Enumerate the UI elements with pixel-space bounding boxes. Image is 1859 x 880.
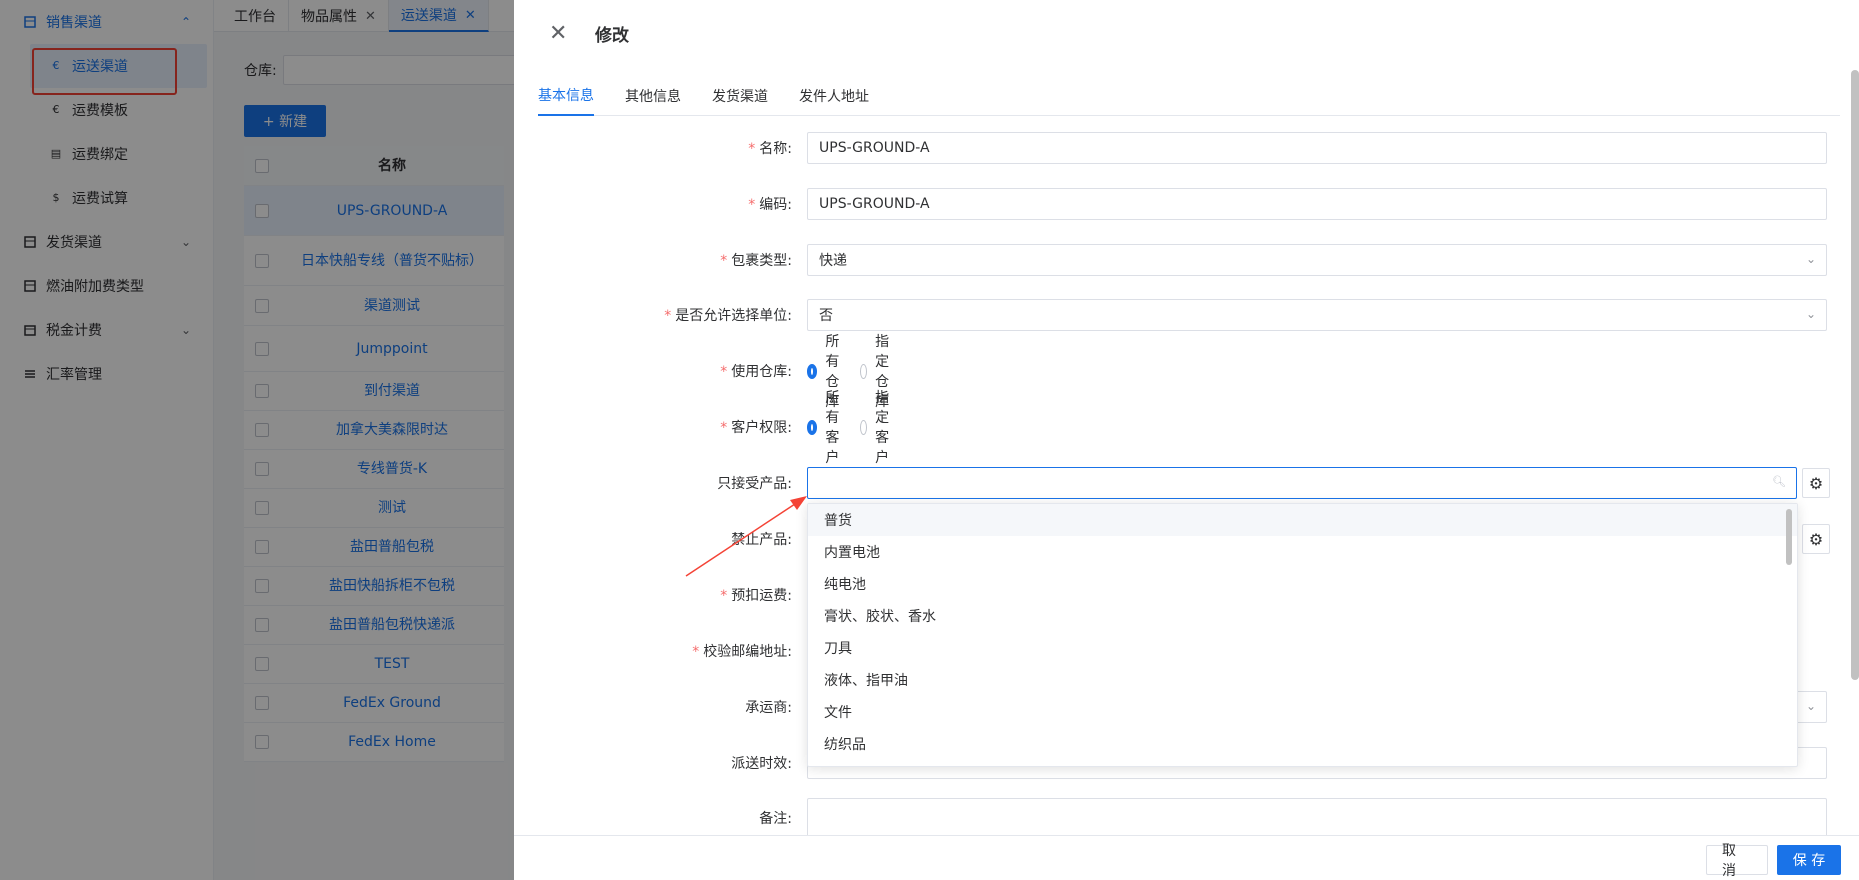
field-label: 包裹类型: [731, 253, 792, 269]
select-value: 否 [819, 308, 833, 324]
tab-other-info[interactable]: 其他信息 [625, 76, 681, 116]
tab-basic-info[interactable]: 基本信息 [538, 76, 594, 116]
required-mark: * [692, 644, 700, 660]
forbid-products-settings-button[interactable]: ⚙ [1802, 524, 1830, 554]
radio-label: 所有客户 [825, 390, 840, 466]
dropdown-scrollbar[interactable] [1786, 509, 1792, 565]
dropdown-option[interactable]: 膏状、胶状、香水 [808, 600, 1797, 632]
drawer-scrollbar[interactable] [1851, 70, 1859, 680]
drawer-footer: 取 消 保 存 [514, 835, 1859, 880]
customer-radio-group: 所有客户 指定客户 [807, 387, 913, 467]
radio-circle-icon [860, 363, 868, 379]
dropdown-option[interactable]: 纯电池 [808, 568, 1797, 600]
field-label: 派送时效: [731, 756, 792, 772]
radio-specific-customer[interactable]: 指定客户 [860, 387, 897, 467]
field-label: 客户权限: [731, 420, 792, 436]
save-button[interactable]: 保 存 [1777, 845, 1841, 875]
form-row-name: * 名称: UPS-GROUND-A [514, 131, 1827, 165]
form-row-code: * 编码: UPS-GROUND-A [514, 187, 1827, 221]
field-label: 是否允许选择单位: [675, 308, 792, 324]
radio-circle-icon [807, 363, 818, 379]
product-dropdown: 普货 内置电池 纯电池 膏状、胶状、香水 刀具 液体、指甲油 文件 纺织品 [807, 503, 1798, 767]
cancel-button[interactable]: 取 消 [1706, 843, 1768, 879]
required-mark: * [748, 141, 756, 157]
dropdown-option[interactable]: 普货 [808, 504, 1797, 536]
dropdown-option[interactable]: 纺织品 [808, 728, 1797, 760]
dropdown-option[interactable]: 内置电池 [808, 536, 1797, 568]
code-input[interactable]: UPS-GROUND-A [807, 188, 1827, 220]
annotation-arrow-icon [685, 496, 807, 577]
form-row-zip-check: * 校验邮编地址: [514, 634, 799, 668]
required-mark: * [720, 588, 728, 604]
remark-textarea[interactable] [807, 798, 1827, 838]
field-label: 备注: [759, 811, 792, 827]
drawer-header: ✕ 修改 [514, 0, 1859, 66]
form-row-package-type: * 包裹类型: 快递 ⌄ [514, 243, 1827, 277]
chevron-down-icon: ⌄ [1805, 307, 1816, 321]
modal-overlay[interactable] [0, 0, 514, 880]
chevron-down-icon: ⌄ [1805, 252, 1816, 266]
search-icon: 🔍︎ [1772, 475, 1786, 488]
tab-delivery-channel[interactable]: 发货渠道 [712, 76, 768, 116]
gear-icon: ⚙ [1808, 529, 1824, 549]
required-mark: * [664, 308, 672, 324]
select-value: 快递 [819, 253, 847, 269]
form-row-remark: 备注: [514, 798, 1827, 838]
field-label: 承运商: [745, 700, 792, 716]
field-label: 编码: [759, 197, 792, 213]
name-input[interactable]: UPS-GROUND-A [807, 132, 1827, 164]
required-mark: * [720, 364, 728, 380]
form-row-carrier: 承运商: ⌄ [514, 690, 1827, 724]
radio-label: 指定客户 [875, 390, 890, 466]
radio-circle-icon [807, 419, 818, 435]
required-mark: * [720, 253, 728, 269]
accept-products-select[interactable]: 🔍︎ [807, 467, 1797, 499]
tab-sender-address[interactable]: 发件人地址 [799, 76, 869, 116]
dropdown-option[interactable]: 液体、指甲油 [808, 664, 1797, 696]
field-label: 名称: [759, 141, 792, 157]
accept-products-settings-button[interactable]: ⚙ [1802, 468, 1830, 498]
chevron-down-icon: ⌄ [1805, 699, 1816, 713]
close-icon[interactable]: ✕ [549, 21, 571, 46]
required-mark: * [748, 197, 756, 213]
field-label: 使用仓库: [731, 364, 792, 380]
dropdown-option[interactable]: 文件 [808, 696, 1797, 728]
form-row-delivery-time: 派送时效: [514, 746, 1827, 780]
form-row-warehouse: * 使用仓库: 所有仓库 指定仓库 [514, 334, 889, 410]
radio-all-customers[interactable]: 所有客户 [807, 387, 844, 467]
field-label: 校验邮编地址: [703, 644, 792, 660]
allow-unit-select[interactable]: 否 ⌄ [807, 299, 1827, 331]
form-row-allow-unit: * 是否允许选择单位: 否 ⌄ [514, 298, 1827, 332]
radio-circle-icon [860, 419, 868, 435]
field-label: 预扣运费: [731, 588, 792, 604]
package-type-select[interactable]: 快递 ⌄ [807, 244, 1827, 276]
required-mark: * [720, 420, 728, 436]
dropdown-option[interactable]: 刀具 [808, 632, 1797, 664]
form-row-customer: * 客户权限: 所有客户 指定客户 [514, 390, 889, 466]
drawer-title: 修改 [595, 25, 629, 46]
gear-icon: ⚙ [1808, 473, 1824, 493]
drawer-tabs: 基本信息 其他信息 发货渠道 发件人地址 [538, 76, 1840, 116]
